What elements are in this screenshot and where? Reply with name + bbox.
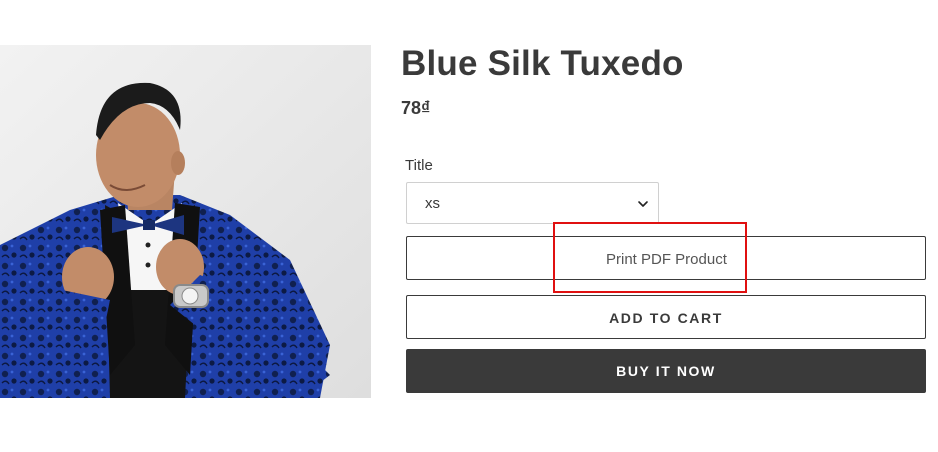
product-page: Blue Silk Tuxedo 78₫ Title xs Print PDF … bbox=[0, 0, 938, 452]
buy-it-now-button[interactable]: BUY IT NOW bbox=[406, 349, 926, 393]
variant-label: Title bbox=[405, 157, 433, 174]
print-pdf-label: Print PDF Product bbox=[606, 251, 727, 268]
product-price: 78₫ bbox=[401, 98, 431, 118]
print-pdf-button[interactable]: Print PDF Product bbox=[406, 236, 926, 280]
chevron-down-icon bbox=[638, 201, 648, 207]
add-to-cart-label: ADD TO CART bbox=[609, 310, 723, 326]
product-title: Blue Silk Tuxedo bbox=[401, 44, 684, 83]
add-to-cart-button[interactable]: ADD TO CART bbox=[406, 295, 926, 339]
variant-select[interactable]: xs bbox=[406, 182, 659, 224]
product-image[interactable] bbox=[0, 45, 371, 398]
tuxedo-photo bbox=[0, 45, 371, 398]
variant-selected-value: xs bbox=[425, 195, 440, 212]
buy-it-now-label: BUY IT NOW bbox=[616, 363, 716, 379]
